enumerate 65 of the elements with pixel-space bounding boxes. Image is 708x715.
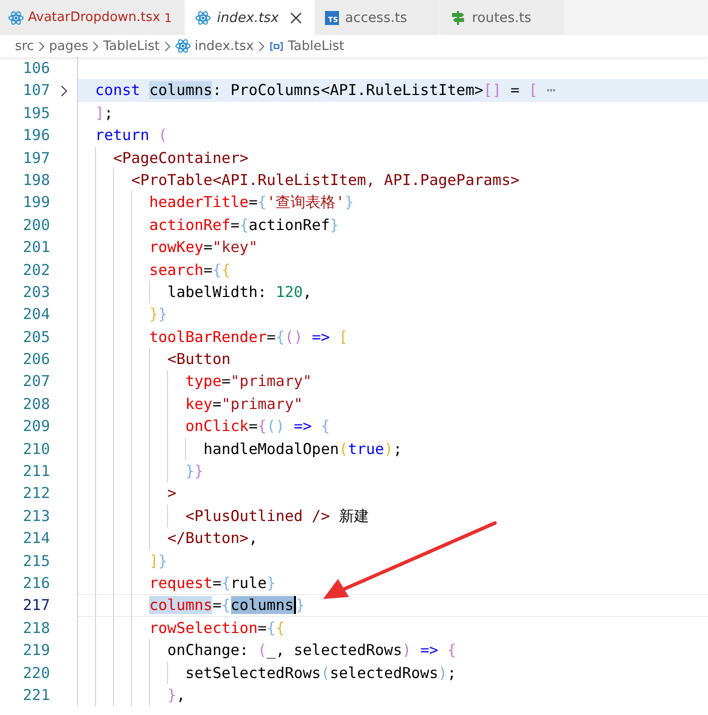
code-line: const columns: ProColumns<API.RuleListItem>[] = [ ⋯ [94,80,556,102]
code-line: type="primary" [184,371,312,392]
code-line: ]} [148,550,168,572]
code-line: setSelectedRows(selectedRows); [184,662,456,684]
line-number: 210 [22,438,50,460]
line-number: 220 [22,662,50,684]
code-line: handleModalOpen(true); [202,438,402,460]
line-number: 218 [22,618,50,639]
code-line: toolBarRender={() => [ [148,326,348,348]
code-line: actionRef={actionRef} [148,214,339,236]
line-number: 211 [22,461,50,482]
breadcrumb-item[interactable]: TableList [288,38,344,54]
code-line: headerTitle={'查询表格'} [148,192,354,214]
line-number: 197 [22,148,50,169]
line-number: 198 [22,170,50,191]
breadcrumb-item[interactable]: src [15,38,34,54]
code-line: <Button [166,349,231,370]
line-number: 221 [22,684,50,706]
code-line: <ProTable<API.RuleListItem, API.PageParams> [130,170,520,191]
line-number: 213 [22,506,50,527]
breadcrumb-item[interactable]: index.tsx [194,38,254,54]
line-number: 196 [22,125,50,146]
code-line: }, [166,684,186,706]
line-number: 200 [22,214,50,236]
code-line: <PageContainer> [112,148,249,169]
editor-tab[interactable]: AvatarDropdown.tsx 1 [0,0,185,35]
code-line: ]; [94,102,114,124]
breadcrumb-item[interactable]: pages [48,38,88,54]
line-number: 204 [22,304,50,326]
line-number: 195 [22,102,50,124]
line-number: 205 [22,326,50,348]
breadcrumb-item[interactable]: TableList [103,38,160,54]
code-line: onChange: (_, selectedRows) => { [166,640,456,662]
line-number: 107 [22,80,50,102]
code-line: columns={columns} [148,595,305,616]
line-number: 208 [22,394,50,415]
code-line: request={rule} [148,572,276,594]
editor-tab[interactable]: index.tsx [185,0,315,35]
code-line: rowKey="key" [148,237,258,258]
line-number: 217 [22,595,50,616]
line-number: 209 [22,416,50,438]
code-line: labelWidth: 120, [166,282,312,303]
code-line: onClick={() => { [184,416,330,438]
code-line: return ( [94,125,168,146]
editor-tab[interactable]: routes.ts [440,0,565,35]
line-number: 206 [22,349,50,370]
line-number: 207 [22,371,50,392]
line-number: 219 [22,640,50,662]
line-number: 199 [22,192,50,214]
code-line: }} [148,304,168,326]
code-line: key="primary" [184,394,303,415]
line-number: 212 [22,483,50,504]
line-number: 106 [22,58,50,79]
line-number: 215 [22,550,50,572]
code-line: <PlusOutlined /> 新建 [184,506,369,527]
line-number: 202 [22,260,50,281]
line-number: 214 [22,528,50,550]
line-number: 203 [22,282,50,303]
code-line: search={{ [148,260,231,281]
code-line: </Button>, [166,528,258,550]
line-number: 216 [22,572,50,594]
code-line: > [166,483,176,504]
code-line: }} [184,461,204,482]
code-line: rowSelection={{ [148,618,285,639]
line-number: 201 [22,237,50,258]
